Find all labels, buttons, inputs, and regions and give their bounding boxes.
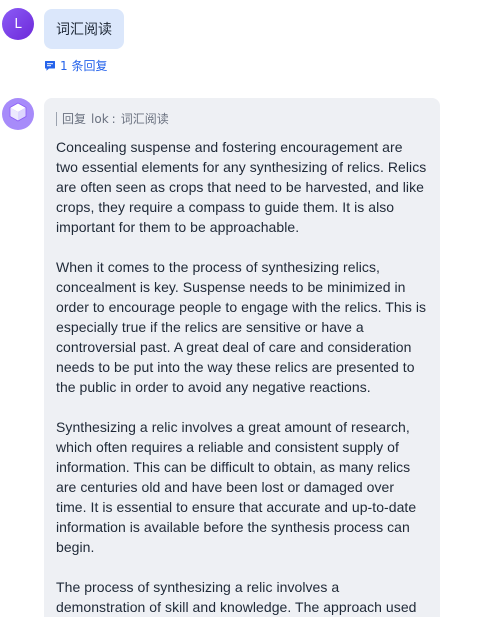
bot-message-bubble: 回复 lok: 词汇阅读 Concealing suspense and fos…	[44, 98, 440, 617]
bot-avatar[interactable]	[2, 98, 34, 130]
comment-icon	[44, 60, 56, 72]
reply-prefix: 回复	[62, 112, 87, 126]
message-paragraph: The process of synthesizing a relic invo…	[56, 579, 417, 615]
message-paragraph: When it comes to the process of synthesi…	[56, 259, 427, 395]
reply-separator: :	[111, 112, 116, 126]
message-paragraph: Synthesizing a relic involves a great am…	[56, 419, 417, 555]
user-message-text: 词汇阅读	[56, 22, 112, 38]
reply-quote-text: 词汇阅读	[120, 112, 169, 126]
reply-reference[interactable]: 回复 lok: 词汇阅读	[56, 111, 428, 127]
user-avatar[interactable]: L	[2, 8, 34, 40]
user-message-bubble: 词汇阅读	[44, 9, 124, 49]
chat-thread: L 词汇阅读 1 条回复 回复 lok: 词汇阅读 Concealing sus…	[0, 0, 502, 617]
reply-count-link[interactable]: 1 条回复	[44, 57, 107, 74]
quote-bar	[56, 112, 57, 126]
user-avatar-letter: L	[14, 16, 22, 32]
reply-username: lok	[91, 112, 109, 126]
reply-count-label: 1 条回复	[60, 59, 108, 73]
cube-icon	[7, 101, 29, 127]
message-paragraph: Concealing suspense and fostering encour…	[56, 139, 427, 235]
